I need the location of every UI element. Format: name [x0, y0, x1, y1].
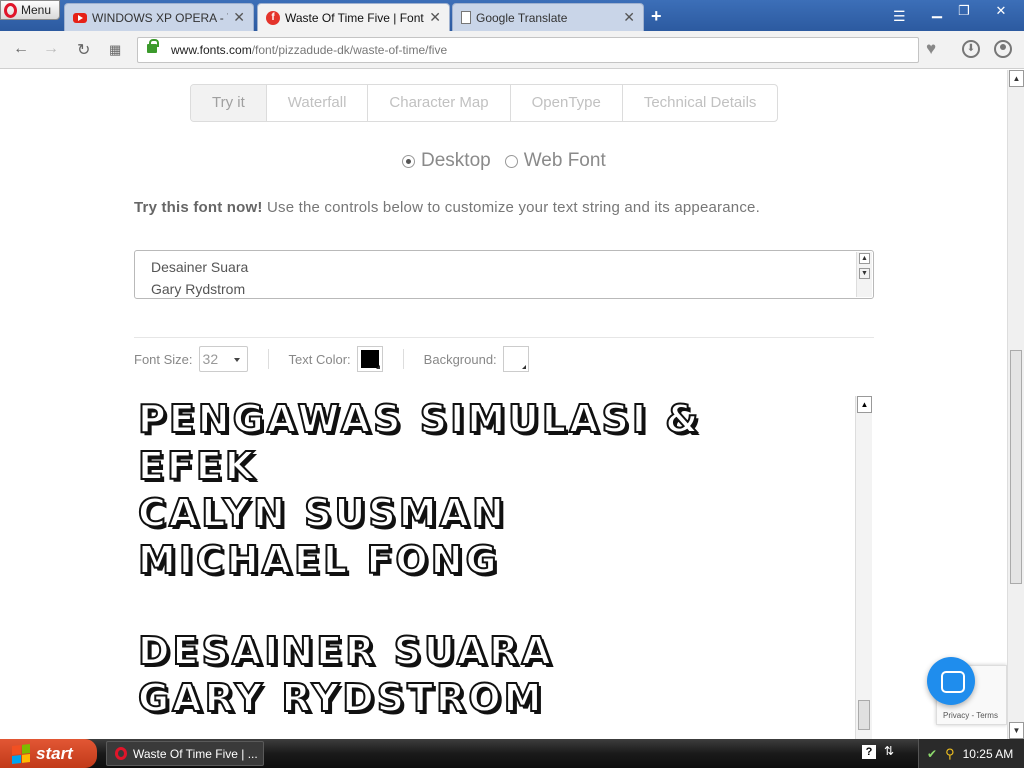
- help-icon[interactable]: ?: [862, 745, 876, 759]
- browser-tab-strip: Menu WINDOWS XP OPERA - YouTube ✕ f Wast…: [0, 0, 1024, 31]
- preview-line: Pengawas Simulasi &: [137, 396, 702, 442]
- address-toolbar: ← → ↻ ▦ www.fonts.com/font/pizzadude-dk/…: [0, 31, 1024, 69]
- url-host: www.fonts.com: [171, 43, 252, 57]
- font-preview: Pengawas Simulasi & Efek Calyn Susman Mi…: [134, 396, 872, 739]
- opera-logo-icon: [4, 2, 17, 18]
- web-page: Try it Waterfall Character Map OpenType …: [0, 70, 1007, 739]
- preview-line: Gary Rydstrom: [137, 675, 545, 721]
- minimize-icon[interactable]: ▁: [926, 3, 948, 19]
- preview-line: Calyn Susman: [137, 490, 507, 536]
- preview-line: Michael Fong: [137, 537, 500, 583]
- scroll-down-icon[interactable]: ▼: [1009, 722, 1024, 739]
- forward-icon[interactable]: →: [43, 40, 59, 58]
- restore-icon[interactable]: ❐: [953, 3, 975, 19]
- preview-blank-line: [134, 584, 872, 628]
- scroll-up-icon[interactable]: ▲: [859, 253, 870, 264]
- tab-google-translate[interactable]: Google Translate ✕: [452, 3, 644, 31]
- font-size-label: Font Size:: [134, 351, 193, 367]
- opera-menu-button[interactable]: Menu: [0, 0, 60, 20]
- windows-logo-icon: [12, 743, 30, 764]
- fonts-com-icon: f: [266, 10, 280, 25]
- page-scrollbar[interactable]: ▲ ▼: [1007, 70, 1024, 739]
- scroll-up-icon[interactable]: ▲: [857, 396, 872, 413]
- tab-menu-icon[interactable]: ☰: [893, 8, 906, 25]
- tab-title: Waste Of Time Five | Fonts.com: [285, 10, 424, 25]
- dropdown-corner-icon: [521, 365, 526, 369]
- scroll-up-icon[interactable]: ▲: [1009, 70, 1024, 87]
- web-font-radio[interactable]: [504, 154, 518, 168]
- clock: 10:25 AM: [962, 746, 1014, 761]
- divider: [267, 349, 269, 369]
- intro-text: Try this font now! Use the controls belo…: [134, 199, 760, 216]
- tab-title: Google Translate: [476, 10, 568, 25]
- download-icon[interactable]: ⬇: [962, 40, 980, 58]
- taskbar-item-label: Waste Of Time Five | ...: [133, 746, 258, 761]
- license-type-selector: Desktop Web Font: [402, 150, 606, 172]
- url-path: /font/pizzadude-dk/waste-of-time/five: [251, 43, 448, 57]
- document-icon: [461, 11, 471, 24]
- menu-label: Menu: [21, 3, 52, 17]
- desktop-radio[interactable]: [402, 154, 415, 168]
- lock-icon: [147, 39, 159, 53]
- tab-youtube[interactable]: WINDOWS XP OPERA - YouTube ✕: [64, 3, 254, 31]
- tab-fonts-com[interactable]: f Waste Of Time Five | Fonts.com ✕: [257, 3, 450, 31]
- preview-scrollbar[interactable]: ▲: [855, 396, 872, 739]
- textarea-line: Gary Rydstrom: [151, 281, 246, 297]
- speed-dial-icon[interactable]: ▦: [109, 42, 121, 58]
- intro-bold: Try this font now!: [134, 199, 263, 216]
- dropdown-corner-icon: [375, 365, 380, 369]
- tray-app-icon[interactable]: ✔: [927, 747, 937, 761]
- preview-controls: Font Size: 32 Text Color: Background:: [134, 345, 529, 373]
- divider: [134, 337, 874, 338]
- font-size-select[interactable]: 32: [198, 346, 248, 372]
- back-icon[interactable]: ←: [13, 40, 29, 58]
- divider: [402, 349, 404, 369]
- tab-try-it[interactable]: Try it: [191, 85, 267, 121]
- recaptcha-links[interactable]: Privacy - Terms: [943, 711, 998, 720]
- font-tabs: Try it Waterfall Character Map OpenType …: [190, 84, 779, 122]
- network-icon[interactable]: ⇅: [884, 744, 894, 758]
- textarea-line: Desainer Suara: [151, 259, 249, 275]
- text-color-label: Text Color:: [288, 351, 351, 367]
- tab-character-map[interactable]: Character Map: [368, 85, 511, 121]
- taskbar-item-opera[interactable]: Waste Of Time Five | ...: [106, 741, 264, 766]
- tab-waterfall[interactable]: Waterfall: [267, 85, 369, 121]
- bookmark-heart-icon[interactable]: ♥: [926, 39, 936, 59]
- start-label: start: [36, 743, 73, 763]
- tab-technical-details[interactable]: Technical Details: [623, 85, 778, 121]
- opera-logo-icon: [115, 747, 127, 760]
- close-tab-icon[interactable]: ✕: [429, 9, 441, 26]
- scroll-down-icon[interactable]: ▼: [859, 268, 870, 279]
- new-tab-icon[interactable]: +: [651, 6, 662, 27]
- reload-icon[interactable]: ↻: [77, 40, 90, 60]
- chat-icon[interactable]: [927, 657, 975, 705]
- start-button[interactable]: start: [0, 739, 97, 768]
- web-font-radio-label[interactable]: Web Font: [524, 150, 606, 172]
- sample-text-input[interactable]: Desainer Suara Gary Rydstrom ▲ ▼: [134, 250, 874, 299]
- scroll-thumb[interactable]: [1010, 350, 1022, 584]
- system-tray: ✔ ⚲ 10:25 AM: [918, 739, 1024, 768]
- textarea-scrollbar[interactable]: ▲ ▼: [856, 252, 872, 297]
- tab-opentype[interactable]: OpenType: [511, 85, 623, 121]
- tab-title: WINDOWS XP OPERA - YouTube: [92, 10, 228, 25]
- preview-line: Efek: [137, 443, 258, 489]
- desktop-radio-label[interactable]: Desktop: [421, 150, 491, 172]
- search-icon[interactable]: ⚲: [945, 746, 955, 762]
- close-tab-icon[interactable]: ✕: [233, 9, 245, 26]
- scroll-thumb[interactable]: [858, 700, 870, 730]
- text-color-picker[interactable]: [356, 346, 383, 372]
- intro-body: Use the controls below to customize your…: [262, 199, 760, 216]
- close-tab-icon[interactable]: ✕: [623, 9, 635, 26]
- close-window-icon[interactable]: ✕: [990, 3, 1012, 19]
- taskbar: start Waste Of Time Five | ... ? ⇅ ✔ ⚲ 1…: [0, 739, 1024, 768]
- youtube-icon: [73, 12, 87, 23]
- background-label: Background:: [423, 351, 497, 367]
- preview-line: Desainer Suara: [137, 628, 554, 674]
- background-color-picker[interactable]: [502, 346, 529, 372]
- account-icon[interactable]: [994, 40, 1012, 58]
- url-input[interactable]: www.fonts.com/font/pizzadude-dk/waste-of…: [137, 37, 919, 63]
